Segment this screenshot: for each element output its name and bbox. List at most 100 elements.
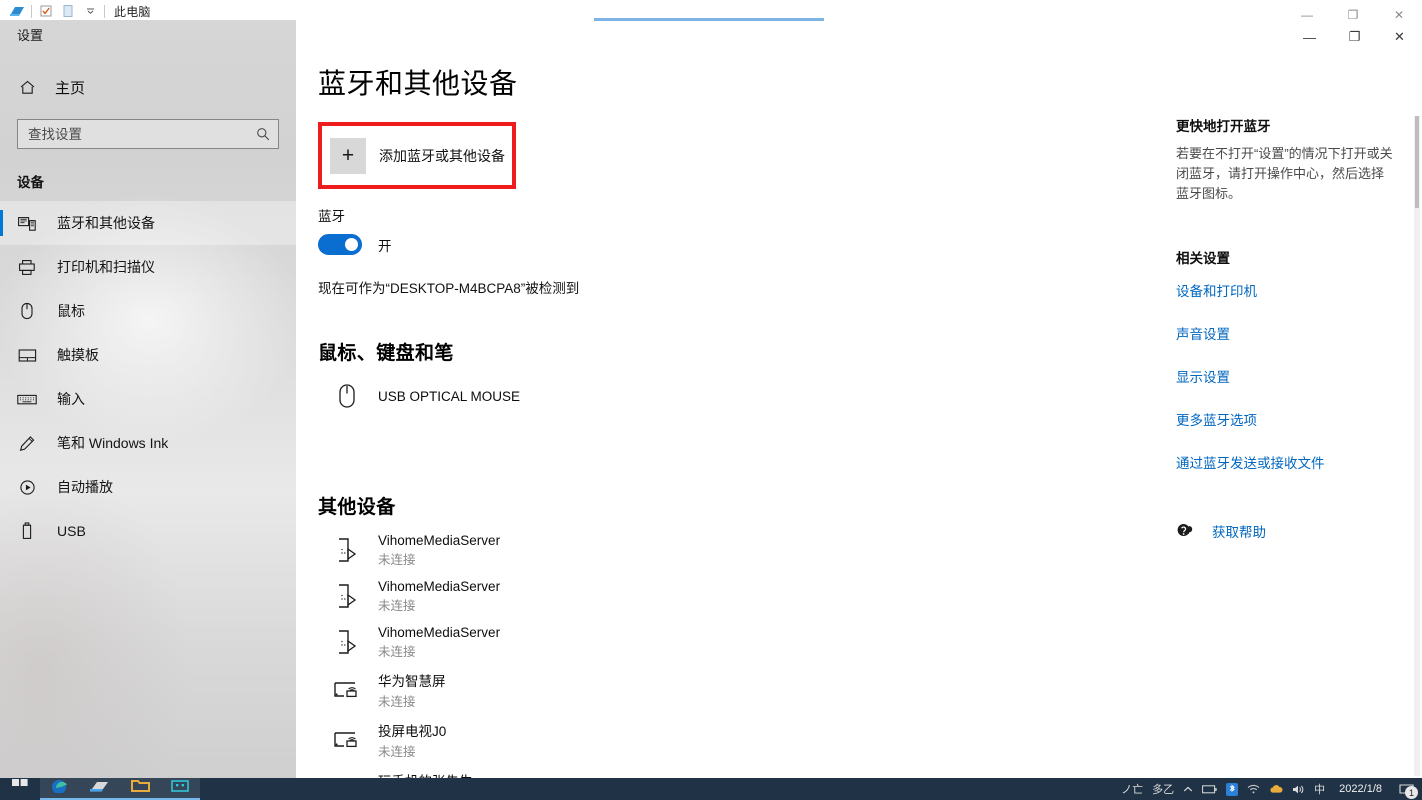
notification-center-button[interactable]: 1 [1396, 781, 1418, 799]
screen-root: 此电脑 — ❐ ✕ — ❐ ✕ 设置 主页 查找设置 设备 蓝牙和其他设备 打印… [0, 0, 1422, 800]
tip-heading: 更快地打开蓝牙 [1176, 119, 1271, 134]
sidebar-item-home[interactable]: 主页 [0, 67, 296, 107]
sidebar-nav-list: 蓝牙和其他设备 打印机和扫描仪 鼠标 触摸板 输入 笔和 Windows Ink… [0, 201, 296, 553]
add-bluetooth-device-button[interactable]: + 添加蓝牙或其他设备 [322, 126, 512, 185]
sidebar-item-label: 输入 [57, 391, 85, 407]
link-display-settings[interactable]: 显示设置 [1176, 366, 1408, 386]
taskbar: ノ亡 多乙 中 2022/1/8 1 [0, 778, 1422, 800]
get-help-row[interactable]: 获取帮助 [1176, 521, 1408, 541]
notification-count-badge: 1 [1405, 786, 1418, 799]
mouse-device-icon [332, 383, 362, 409]
printer-icon [17, 259, 37, 276]
settings-window-controls[interactable]: — ❐ ✕ [1287, 20, 1422, 54]
properties-icon[interactable] [35, 2, 57, 20]
scrollbar-thumb[interactable] [1415, 116, 1419, 208]
device-name: 华为智慧屏 [378, 674, 446, 689]
toolbar-divider-2 [104, 4, 105, 18]
sidebar-section-title: 设备 [17, 175, 44, 190]
sidebar-item-usb[interactable]: USB [0, 509, 296, 553]
customize-chevron-icon[interactable] [79, 2, 101, 20]
cast-display-icon [332, 679, 362, 701]
volume-icon[interactable] [1292, 784, 1305, 795]
sidebar-item-label: 打印机和扫描仪 [57, 259, 155, 275]
taskbar-clock-date[interactable]: 2022/1/8 [1334, 783, 1387, 795]
sidebar-item-pen[interactable]: 笔和 Windows Ink [0, 421, 296, 465]
add-device-wrap: + 添加蓝牙或其他设备 [318, 122, 516, 189]
settings-close-button[interactable]: ✕ [1377, 20, 1422, 54]
device-name: VihomeMediaServer [378, 624, 501, 640]
show-hidden-icons-chevron-icon[interactable] [1183, 786, 1193, 793]
device-name: VihomeMediaServer [378, 578, 501, 594]
sidebar-item-touchpad[interactable]: 触摸板 [0, 333, 296, 377]
related-settings-pane: 更快地打开蓝牙 若要在不打开“设置”的情况下打开或关闭蓝牙，请打开操作中心，然后… [1176, 20, 1408, 780]
related-links-list: 设备和打印机 声音设置 显示设置 更多蓝牙选项 通过蓝牙发送或接收文件 [1176, 280, 1408, 472]
folder-icon[interactable] [120, 778, 160, 800]
explorer-logo-icon [6, 2, 28, 20]
system-tray: ノ亡 多乙 中 2022/1/8 1 [1121, 778, 1422, 800]
sidebar-item-typing[interactable]: 输入 [0, 377, 296, 421]
tip-body: 若要在不打开“设置”的情况下打开或关闭蓝牙，请打开操作中心，然后选择蓝牙图标。 [1176, 146, 1393, 201]
keyboard-icon [17, 393, 37, 406]
touchpad-icon [17, 348, 37, 363]
sidebar-item-bluetooth[interactable]: 蓝牙和其他设备 [0, 201, 296, 245]
media-server-icon [332, 536, 362, 564]
sidebar-item-label: 自动播放 [57, 479, 113, 495]
link-more-bluetooth-options[interactable]: 更多蓝牙选项 [1176, 409, 1408, 429]
link-sound-settings[interactable]: 声音设置 [1176, 323, 1408, 343]
settings-app-title: 设置 [17, 27, 44, 43]
explorer-window-title: 此电脑 [114, 4, 151, 19]
app-icon[interactable] [160, 778, 200, 800]
ime-mode-indicator[interactable]: 中 [1314, 781, 1325, 797]
usb-icon [17, 522, 37, 540]
device-status: 未连接 [378, 552, 416, 567]
device-status: 未连接 [378, 598, 416, 613]
get-help-link[interactable]: 获取帮助 [1212, 521, 1266, 541]
device-name: 投屏电视J0 [378, 724, 447, 739]
toolbar-divider [31, 4, 32, 18]
onedrive-icon[interactable] [1269, 784, 1283, 794]
sidebar-item-printers[interactable]: 打印机和扫描仪 [0, 245, 296, 289]
sidebar-item-label: USB [57, 523, 86, 539]
network-icon[interactable] [1247, 784, 1260, 794]
taskbar-pinned-items [0, 778, 200, 800]
sidebar-item-mouse[interactable]: 鼠标 [0, 289, 296, 333]
link-devices-and-printers[interactable]: 设备和打印机 [1176, 280, 1408, 300]
settings-maximize-button[interactable]: ❐ [1332, 20, 1377, 54]
related-settings-heading: 相关设置 [1176, 251, 1230, 267]
new-folder-icon[interactable] [57, 2, 79, 20]
search-input[interactable] [18, 120, 278, 148]
search-icon[interactable] [256, 127, 270, 141]
sidebar-home-label: 主页 [55, 79, 86, 97]
sidebar-item-label: 蓝牙和其他设备 [57, 215, 155, 231]
sidebar-item-autoplay[interactable]: 自动播放 [0, 465, 296, 509]
file-explorer-icon[interactable] [80, 778, 120, 800]
mouse-icon [17, 302, 37, 320]
settings-window: — ❐ ✕ 设置 主页 查找设置 设备 蓝牙和其他设备 打印机和扫描仪 鼠标 触… [0, 20, 1422, 780]
home-icon [17, 79, 37, 96]
bluetooth-toggle[interactable] [318, 234, 362, 255]
media-server-icon [332, 582, 362, 610]
edge-browser-icon[interactable] [40, 778, 80, 800]
ribbon-active-tab-indicator-2 [594, 18, 824, 21]
sidebar-item-label: 触摸板 [57, 347, 99, 363]
search-box[interactable] [17, 119, 279, 149]
bluetooth-state-label: 开 [378, 238, 392, 254]
quick-access-toolbar[interactable] [0, 2, 108, 20]
ime-candidate-1[interactable]: ノ亡 [1121, 781, 1143, 797]
cast-display-icon [332, 729, 362, 751]
plus-icon: + [330, 137, 366, 174]
settings-minimize-button[interactable]: — [1287, 20, 1332, 54]
link-send-receive-files-bluetooth[interactable]: 通过蓝牙发送或接收文件 [1176, 452, 1408, 472]
device-status: 未连接 [378, 644, 416, 659]
add-device-label: 添加蓝牙或其他设备 [379, 147, 505, 164]
pen-icon [17, 435, 37, 452]
sidebar-item-label: 笔和 Windows Ink [57, 435, 169, 451]
battery-icon[interactable] [1202, 784, 1217, 794]
bluetooth-tray-icon[interactable] [1226, 782, 1239, 796]
settings-sidebar: 设置 主页 查找设置 设备 蓝牙和其他设备 打印机和扫描仪 鼠标 触摸板 输入 … [0, 20, 296, 780]
content-scrollbar[interactable] [1414, 116, 1420, 776]
task-view-icon[interactable] [0, 778, 40, 800]
ime-candidate-2[interactable]: 多乙 [1152, 781, 1174, 797]
media-server-icon [332, 628, 362, 656]
toggle-knob [345, 238, 358, 251]
